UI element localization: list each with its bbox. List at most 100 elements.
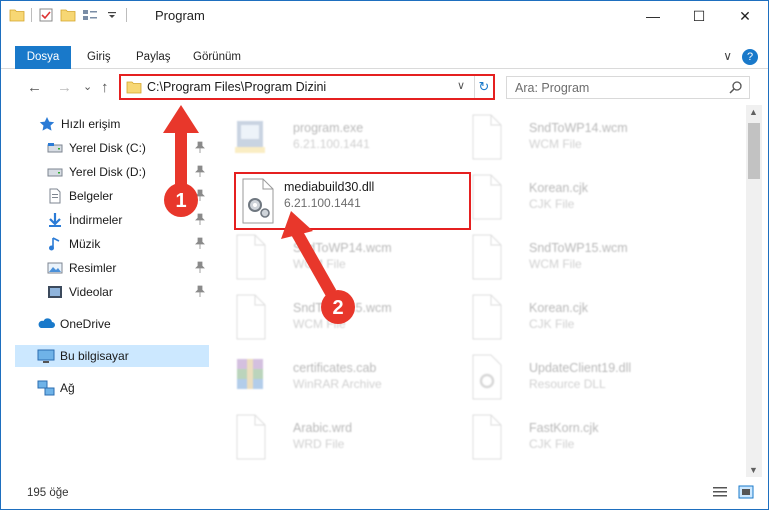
sidebar-item-quick-access[interactable]: Hızlı erişim [15, 113, 209, 135]
large-icons-view-icon[interactable] [738, 485, 754, 499]
forward-button[interactable]: → [57, 79, 72, 96]
sidebar-item-drive-c[interactable]: Yerel Disk (C:) [15, 137, 209, 159]
file-name: certificates.cab [293, 361, 377, 375]
file-name: mediabuild30.dll [284, 180, 375, 194]
file-item[interactable]: UpdateClient19.dll Resource DLL [465, 349, 705, 405]
sidebar-item-label: İndirmeler [69, 213, 123, 227]
blank-file-icon [465, 113, 507, 161]
pin-icon[interactable] [195, 141, 205, 153]
file-name: Korean.cjk [529, 301, 589, 315]
sidebar-item-network[interactable]: Ağ [15, 377, 209, 399]
documents-icon [47, 188, 63, 204]
this-pc-icon [37, 348, 55, 364]
navigation-bar: ← → ⌄ ↑ C:\Program Files\Program Dizini … [1, 73, 768, 103]
sidebar-item-downloads[interactable]: İndirmeler [15, 209, 209, 231]
sidebar-item-videos[interactable]: Videolar [15, 281, 209, 303]
tab-file[interactable]: Dosya [15, 46, 71, 69]
ribbon-help-area: ∨ ? [723, 49, 758, 65]
customize-toolbar-icon[interactable] [104, 7, 120, 23]
dll-icon [465, 353, 507, 401]
sidebar-item-label: Ağ [60, 381, 75, 395]
recent-locations-button[interactable]: ⌄ [83, 80, 92, 93]
file-item[interactable]: SndToWP14.wcm WCM File [465, 109, 705, 165]
scroll-up-icon[interactable]: ▲ [749, 107, 758, 117]
scroll-thumb[interactable] [748, 123, 760, 179]
sidebar-item-label: Hızlı erişim [61, 117, 121, 131]
sidebar-item-label: Bu bilgisayar [60, 349, 129, 363]
sidebar-item-this-pc[interactable]: Bu bilgisayar [15, 345, 209, 367]
sidebar-item-pictures[interactable]: Resimler [15, 257, 209, 279]
file-item[interactable]: Arabic.wrd WRD File [229, 409, 469, 465]
file-item[interactable]: certificates.cab WinRAR Archive [229, 349, 469, 405]
tab-share[interactable]: Paylaş [136, 46, 171, 69]
downloads-icon [47, 212, 63, 228]
quick-access-toolbar [9, 7, 127, 23]
status-bar: 195 öğe [1, 479, 768, 509]
tab-view[interactable]: Görünüm [193, 46, 241, 69]
tab-home[interactable]: Giriş [87, 46, 111, 69]
pin-icon[interactable] [195, 261, 205, 273]
blank-file-icon [229, 293, 271, 341]
file-item[interactable]: Korean.cjk CJK File [465, 169, 705, 225]
vertical-scrollbar[interactable]: ▲ ▼ [746, 105, 762, 477]
blank-file-icon [465, 173, 507, 221]
file-name: SndToWP14.wcm [293, 241, 392, 255]
file-item[interactable]: SndToWP15.wcm WCM File [465, 229, 705, 285]
search-box[interactable]: Ara: Program [506, 76, 750, 99]
properties-icon[interactable] [38, 7, 54, 23]
scroll-down-icon[interactable]: ▼ [749, 465, 758, 475]
blank-file-icon [465, 293, 507, 341]
file-description: CJK File [529, 197, 575, 211]
file-name: SndToWP15.wcm [293, 301, 392, 315]
file-description: WinRAR Archive [293, 377, 382, 391]
file-name: program.exe [293, 121, 364, 135]
file-description: WCM File [293, 257, 346, 271]
sidebar-item-label: Yerel Disk (C:) [69, 141, 146, 155]
sidebar-item-label: Müzik [69, 237, 101, 251]
address-dropdown-icon[interactable]: ∨ [457, 79, 465, 92]
file-list: program.exe 6.21.100.1441 SndToWP14.wcm … [213, 105, 743, 475]
refresh-icon[interactable]: ↻ [474, 76, 493, 98]
file-name: SndToWP15.wcm [529, 241, 628, 255]
file-item[interactable]: SndToWP15.wcm WCM File [229, 289, 469, 345]
minimize-button[interactable]: — [630, 1, 676, 31]
blank-file-icon [229, 413, 271, 461]
file-explorer-window: Program — ☐ ✕ Dosya Giriş Paylaş Görünüm… [0, 0, 769, 510]
file-item[interactable]: program.exe 6.21.100.1441 [229, 109, 469, 165]
file-description: WCM File [529, 137, 582, 151]
highlighted-file-item[interactable]: mediabuild30.dll 6.21.100.1441 [234, 172, 471, 230]
search-icon[interactable] [729, 80, 743, 97]
help-icon[interactable]: ? [742, 49, 758, 65]
up-button[interactable]: ↑ [101, 79, 109, 96]
maximize-button[interactable]: ☐ [676, 1, 722, 31]
file-description: 6.21.100.1441 [284, 196, 361, 210]
sidebar-item-documents[interactable]: Belgeler [15, 185, 209, 207]
pin-icon[interactable] [195, 165, 205, 177]
folder-icon[interactable] [9, 7, 25, 23]
sidebar-item-onedrive[interactable]: OneDrive [15, 313, 209, 335]
pin-icon[interactable] [195, 213, 205, 225]
back-button[interactable]: ← [27, 79, 42, 96]
new-folder-icon[interactable] [60, 7, 76, 23]
expand-ribbon-icon[interactable]: ∨ [723, 49, 732, 65]
sidebar-item-music[interactable]: Müzik [15, 233, 209, 255]
details-view-icon[interactable] [712, 485, 728, 499]
exe-icon [229, 113, 271, 161]
file-name: UpdateClient19.dll [529, 361, 632, 375]
navigation-pane: Hızlı erişim Yerel Disk (C:) Yerel Disk … [15, 113, 209, 477]
address-path[interactable]: C:\Program Files\Program Dizini [147, 80, 326, 94]
address-bar[interactable]: C:\Program Files\Program Dizini ∨ ↻ [119, 74, 495, 100]
file-description: CJK File [529, 317, 575, 331]
pin-icon[interactable] [195, 237, 205, 249]
pin-icon[interactable] [195, 189, 205, 201]
file-item[interactable]: Korean.cjk CJK File [465, 289, 705, 345]
search-placeholder[interactable]: Ara: Program [515, 81, 589, 95]
pin-icon[interactable] [195, 285, 205, 297]
file-item[interactable]: FastKorn.cjk CJK File [465, 409, 705, 465]
sidebar-item-drive-d[interactable]: Yerel Disk (D:) [15, 161, 209, 183]
file-item[interactable]: SndToWP14.wcm WCM File [229, 229, 469, 285]
view-options-icon[interactable] [82, 7, 98, 23]
sidebar-item-label: Yerel Disk (D:) [69, 165, 146, 179]
file-description: WCM File [293, 317, 346, 331]
close-button[interactable]: ✕ [722, 1, 768, 31]
